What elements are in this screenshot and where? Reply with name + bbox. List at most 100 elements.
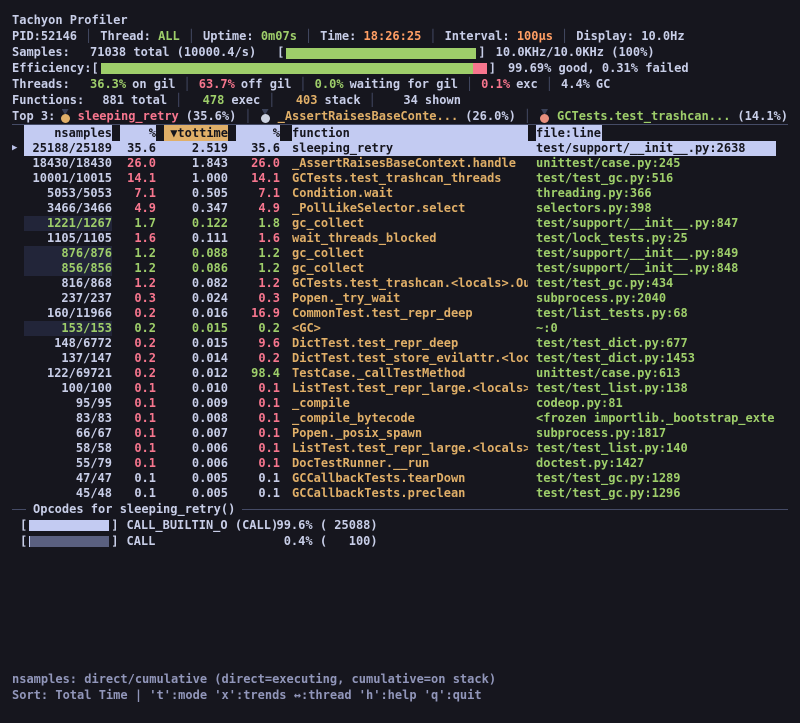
- table-row[interactable]: 160/11966 0.2 0.016 16.9 CommonTest.test…: [24, 306, 776, 321]
- cell-function-name: <GC>: [292, 321, 528, 336]
- cell-tottime: 0.505: [164, 186, 228, 201]
- interval-label: Interval:: [445, 28, 510, 44]
- table-row[interactable]: 95/95 0.1 0.009 0.1 _compile codeop.py:8…: [24, 396, 776, 411]
- table-row[interactable]: 1221/1267 1.7 0.122 1.8 gc_collect test/…: [24, 216, 776, 231]
- medal-circle: [61, 114, 70, 123]
- table-row[interactable]: 18430/18430 26.0 1.843 26.0 _AssertRaise…: [24, 156, 776, 171]
- cell-tottime: 0.012: [164, 366, 228, 381]
- separator-bar: │: [538, 76, 561, 92]
- bar-open-bracket: [: [91, 60, 98, 76]
- efficiency-line: Efficiency:[]99.69% good, 0.31% failed: [12, 60, 788, 76]
- separator-bar: │: [77, 28, 100, 44]
- cell-file-line: test/lock_tests.py:25: [536, 231, 776, 246]
- cell-percent-cumulative: 0.3: [236, 291, 280, 306]
- table-row[interactable]: 816/868 1.2 0.082 1.2 GCTests.test_trash…: [24, 276, 776, 291]
- cell-tottime: 2.519: [164, 141, 228, 156]
- samples-label: Samples:: [12, 44, 90, 60]
- header-percent-direct[interactable]: %: [120, 125, 156, 141]
- cell-function-name: gc_collect: [292, 261, 528, 276]
- functions-label: Functions:: [12, 92, 90, 108]
- function-stat-label: exec: [231, 92, 260, 108]
- function-stat-label: shown: [425, 92, 461, 108]
- cell-percent-cumulative: 26.0: [236, 156, 280, 171]
- cell-nsamples: 148/6772: [24, 336, 112, 351]
- app-title-line: Tachyon Profiler: [12, 12, 788, 28]
- cell-percent-direct: 1.2: [120, 246, 156, 261]
- threads-stats: 36.3%on gil│63.7%off gil│0.0%waiting for…: [90, 76, 610, 92]
- table-row[interactable]: 3466/3466 4.9 0.347 4.9 _PollLikeSelecto…: [24, 201, 776, 216]
- header-file-line[interactable]: file:line: [536, 125, 602, 141]
- opcode-bar: [29, 536, 109, 547]
- samples-total: 71038 total (10000.4/s): [90, 44, 256, 60]
- threads-line: Threads:36.3%on gil│63.7%off gil│0.0%wai…: [12, 76, 788, 92]
- time-label: Time:: [320, 28, 356, 44]
- thread-value[interactable]: ALL: [158, 28, 180, 44]
- cell-percent-direct: 4.9: [120, 201, 156, 216]
- cell-nsamples: 122/69721: [24, 366, 112, 381]
- cell-percent-cumulative: 1.2: [236, 261, 280, 276]
- function-stat-label: stack: [325, 92, 361, 108]
- footer-help-line-2: Sort: Total Time | 't':mode 'x':trends ↔…: [12, 687, 788, 703]
- table-row[interactable]: 10001/10015 14.1 1.000 14.1 GCTests.test…: [24, 171, 776, 186]
- opcodes-list: []CALL_BUILTIN_O (CALL)99.6% ( 25088)[]C…: [12, 517, 788, 549]
- medal-icon: [539, 109, 550, 123]
- table-row[interactable]: 137/147 0.2 0.014 0.2 DictTest.test_stor…: [24, 351, 776, 366]
- cell-function-name: gc_collect: [292, 216, 528, 231]
- cell-nsamples: 10001/10015: [24, 171, 112, 186]
- table-row[interactable]: 856/856 1.2 0.086 1.2 gc_collect test/su…: [24, 261, 776, 276]
- cell-function-name: DictTest.test_repr_deep: [292, 336, 528, 351]
- table-row[interactable]: 83/83 0.1 0.008 0.1 _compile_bytecode <f…: [24, 411, 776, 426]
- cell-file-line: test/support/__init__.py:847: [536, 216, 776, 231]
- cell-file-line: test/support/__init__.py:848: [536, 261, 776, 276]
- table-row[interactable]: 45/48 0.1 0.005 0.1 GCCallbackTests.prec…: [24, 486, 776, 501]
- thread-stat-value: 4.4%: [561, 76, 590, 92]
- cell-tottime: 0.015: [164, 321, 228, 336]
- samples-line: Samples:71038 total (10000.4/s)[]10.0KHz…: [12, 44, 788, 60]
- table-row[interactable]: 55/79 0.1 0.006 0.1 DocTestRunner.__run …: [24, 456, 776, 471]
- separator-bar: │: [361, 92, 384, 108]
- cell-function-name: GCTests.test_trashcan_threads: [292, 171, 528, 186]
- cell-tottime: 0.111: [164, 231, 228, 246]
- cell-tottime: 0.005: [164, 471, 228, 486]
- cell-file-line: ~:0: [536, 321, 776, 336]
- table-row[interactable]: 25188/25189 35.6 2.519 35.6 sleeping_ret…: [24, 141, 776, 156]
- cell-nsamples: 18430/18430: [24, 156, 112, 171]
- header-percent-cumulative[interactable]: %: [236, 125, 280, 141]
- function-stat-value: 403: [284, 92, 318, 108]
- table-row[interactable]: 237/237 0.3 0.024 0.3 Popen._try_wait su…: [24, 291, 776, 306]
- functions-stats: 881total│478exec│403stack│34shown: [90, 92, 461, 108]
- cell-percent-cumulative: 0.1: [236, 456, 280, 471]
- thread-label: Thread:: [100, 28, 151, 44]
- cell-file-line: unittest/case.py:613: [536, 366, 776, 381]
- uptime-value: 0m07s: [261, 28, 297, 44]
- table-row[interactable]: 58/58 0.1 0.006 0.1 ListTest.test_repr_l…: [24, 441, 776, 456]
- cell-nsamples: 856/856: [24, 261, 112, 276]
- table-row[interactable]: 1105/1105 1.6 0.111 1.6 wait_threads_blo…: [24, 231, 776, 246]
- table-row[interactable]: 122/69721 0.2 0.012 98.4 TestCase._callT…: [24, 366, 776, 381]
- display-label: Display:: [576, 28, 634, 44]
- table-row[interactable]: 100/100 0.1 0.010 0.1 ListTest.test_repr…: [24, 381, 776, 396]
- cell-file-line: test/support/__init__.py:2638: [536, 141, 776, 156]
- cell-percent-cumulative: 9.6: [236, 336, 280, 351]
- table-row[interactable]: 47/47 0.1 0.005 0.1 GCCallbackTests.tear…: [24, 471, 776, 486]
- cell-function-name: ListTest.test_repr_large.<locals>.c...: [292, 381, 528, 396]
- samples-rate-bar-fill: [286, 48, 476, 59]
- top3-percent: (26.0%): [465, 108, 516, 124]
- opcode-name: CALL_BUILTIN_O (CALL): [126, 518, 276, 532]
- header-function[interactable]: function: [292, 125, 528, 141]
- table-row[interactable]: 876/876 1.2 0.088 1.2 gc_collect test/su…: [24, 246, 776, 261]
- cell-percent-direct: 0.1: [120, 426, 156, 441]
- cell-function-name: sleeping_retry: [292, 141, 528, 156]
- cell-tottime: 0.007: [164, 426, 228, 441]
- table-row[interactable]: 148/6772 0.2 0.015 9.6 DictTest.test_rep…: [24, 336, 776, 351]
- table-row[interactable]: 5053/5053 7.1 0.505 7.1 Condition.wait t…: [24, 186, 776, 201]
- table-row[interactable]: 66/67 0.1 0.007 0.1 Popen._posix_spawn s…: [24, 426, 776, 441]
- cell-percent-direct: 0.1: [120, 456, 156, 471]
- bar-open-bracket: [: [20, 534, 27, 548]
- table-row[interactable]: 153/153 0.2 0.015 0.2 <GC> ~:0: [24, 321, 776, 336]
- header-tottime-sorted[interactable]: ▼tottime: [164, 125, 228, 141]
- cell-tottime: 0.010: [164, 381, 228, 396]
- header-nsamples[interactable]: nsamples: [24, 125, 112, 141]
- cell-percent-cumulative: 0.2: [236, 351, 280, 366]
- selected-row-pointer-icon: ▶: [12, 141, 17, 156]
